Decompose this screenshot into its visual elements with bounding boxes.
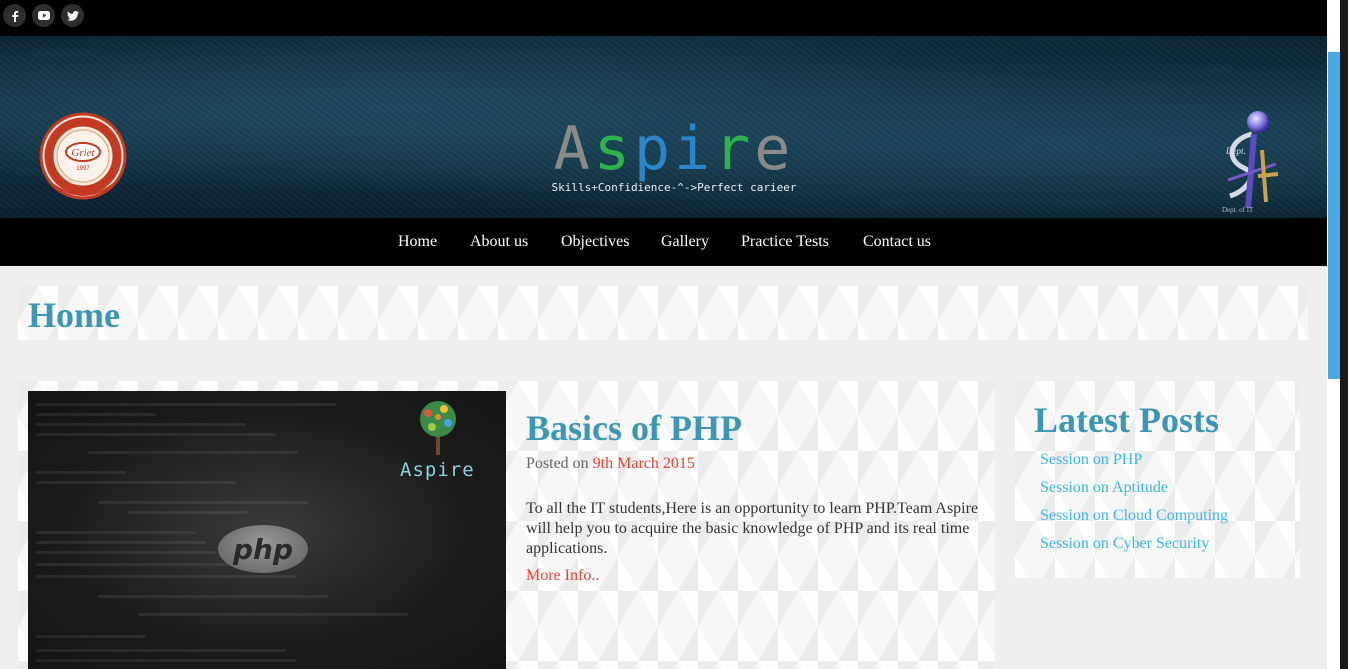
- post-meta: Posted on 9th March 2015: [526, 455, 695, 473]
- code-line-decoration: [138, 613, 408, 616]
- code-line-decoration: [36, 413, 156, 416]
- code-line-decoration: [36, 575, 296, 578]
- code-line-decoration: [36, 551, 216, 554]
- page-title-panel: Home: [18, 286, 1308, 340]
- nav-item-practice-tests[interactable]: Practice Tests: [741, 233, 829, 251]
- site-title-letter: i: [674, 114, 715, 184]
- code-line-decoration: [36, 423, 246, 426]
- social-bar: [0, 0, 1327, 36]
- code-line-decoration: [36, 635, 146, 638]
- code-line-decoration: [36, 541, 206, 544]
- nav-item-home[interactable]: Home: [398, 233, 437, 251]
- svg-text:Dept.: Dept.: [1225, 146, 1246, 156]
- department-logo: Dept. Dept. of IT: [1218, 110, 1286, 221]
- latest-post-link[interactable]: Session on Aptitude: [1040, 479, 1168, 497]
- post-card: Aspire php Basics of PHP Posted on 9th M…: [18, 381, 995, 669]
- latest-posts-title: Latest Posts: [1034, 400, 1219, 440]
- nav-item-contact-us[interactable]: Contact us: [863, 233, 931, 251]
- site-tagline: Skills+Confidience-^->Perfect carieer: [551, 181, 797, 194]
- twitter-icon[interactable]: [61, 4, 84, 27]
- code-line-decoration: [36, 649, 286, 652]
- youtube-icon[interactable]: [32, 4, 55, 27]
- code-line-decoration: [36, 481, 236, 484]
- nav-item-about-us[interactable]: About us: [470, 233, 528, 251]
- post-title[interactable]: Basics of PHP: [526, 407, 742, 449]
- page-title: Home: [28, 295, 120, 335]
- site-title-letter: A: [553, 114, 594, 184]
- site-title-letter: s: [593, 114, 634, 184]
- php-logo: php: [218, 525, 308, 573]
- code-line-decoration: [36, 531, 196, 534]
- nav-item-objectives[interactable]: Objectives: [561, 233, 629, 251]
- more-info-link[interactable]: More Info..: [526, 567, 599, 585]
- code-line-decoration: [128, 511, 248, 514]
- scrollbar-track: [1340, 0, 1348, 669]
- latest-post-link[interactable]: Session on Cyber Security: [1040, 535, 1209, 553]
- post-date[interactable]: 9th March 2015: [593, 455, 695, 472]
- code-line-decoration: [98, 595, 328, 598]
- latest-post-link[interactable]: Session on PHP: [1040, 451, 1142, 469]
- code-line-decoration: [98, 501, 308, 504]
- code-line-decoration: [36, 659, 296, 662]
- site-title-letter: p: [633, 114, 674, 184]
- code-line-decoration: [36, 403, 336, 406]
- site-title-letter: e: [754, 114, 795, 184]
- code-line-decoration: [36, 471, 126, 474]
- tree-logo-icon: [420, 401, 456, 455]
- code-line-decoration: [88, 451, 298, 454]
- latest-post-link[interactable]: Session on Cloud Computing: [1040, 507, 1228, 525]
- site-title-letter: r: [714, 114, 755, 184]
- code-line-decoration: [36, 433, 276, 436]
- latest-posts-widget: Latest Posts Session on PHP Session on A…: [1015, 381, 1300, 578]
- nav-item-gallery[interactable]: Gallery: [661, 233, 709, 251]
- post-excerpt: To all the IT students,Here is an opport…: [526, 500, 979, 557]
- image-brand-text: Aspire: [400, 459, 475, 481]
- post-image[interactable]: Aspire php: [28, 391, 506, 669]
- facebook-icon[interactable]: [3, 4, 26, 27]
- scrollbar-thumb[interactable]: [1328, 52, 1340, 379]
- header-banner: Griet 1997 Aspire Skills+Confidience-^->…: [0, 36, 1327, 218]
- department-logo-text: Dept. of IT: [1222, 206, 1254, 214]
- posted-on-label: Posted on: [526, 455, 589, 472]
- main-nav: Home About us Objectives Gallery Practic…: [0, 218, 1327, 266]
- site-title: Aspire: [0, 114, 1348, 184]
